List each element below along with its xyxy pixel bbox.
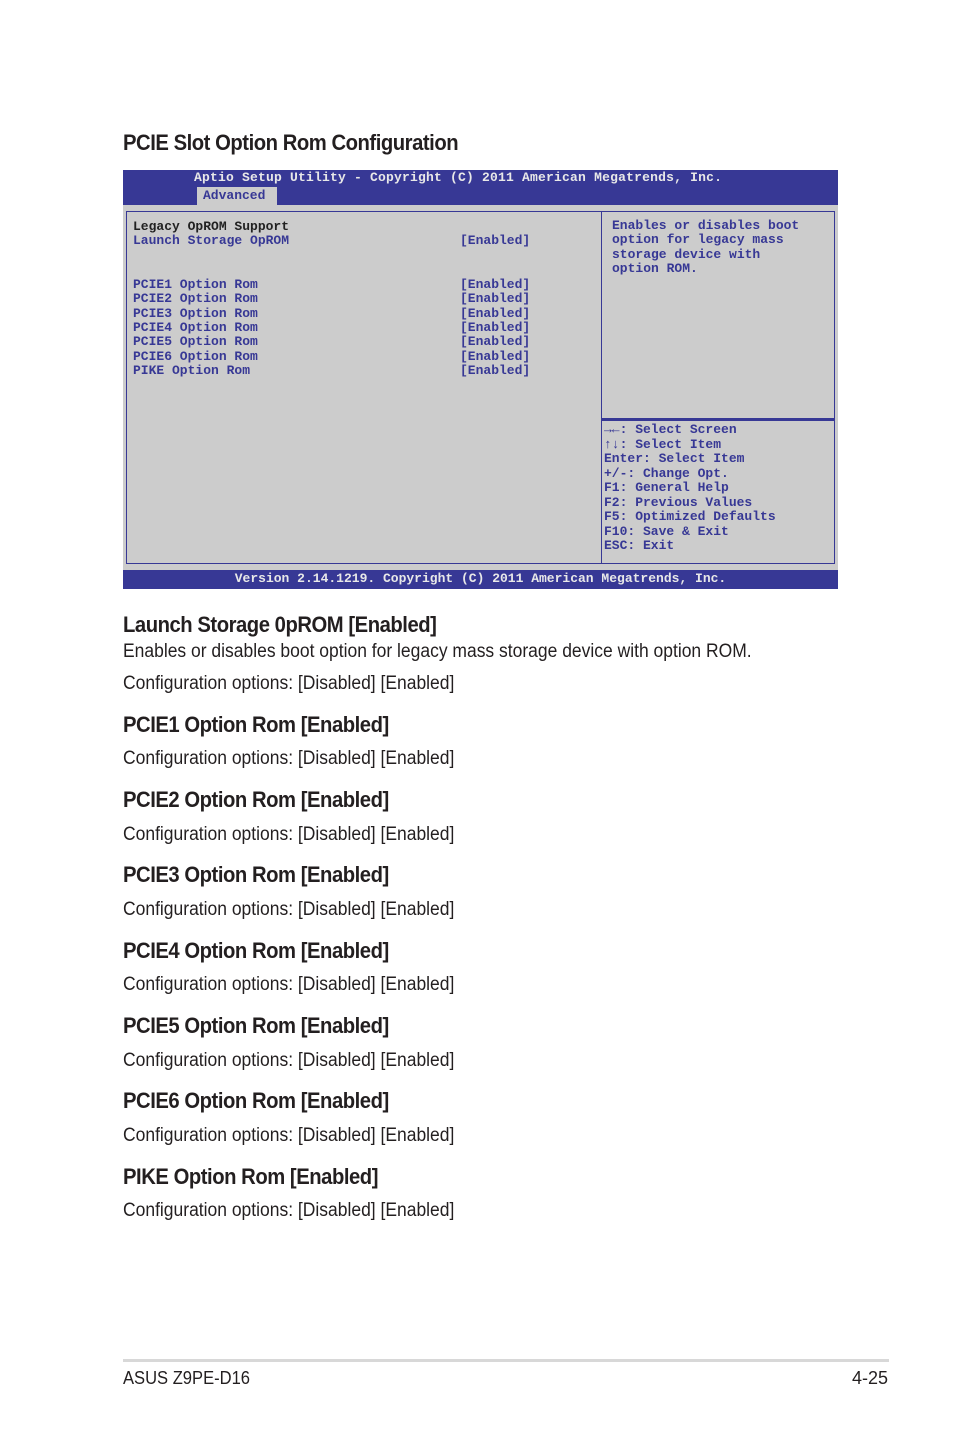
help-text-line: option ROM. <box>612 261 698 276</box>
key-hint: →←: Select Screen <box>604 422 737 437</box>
setting-pcie4-option-rom[interactable]: PCIE4 Option Rom [Enabled] <box>133 320 530 335</box>
bios-header: Aptio Setup Utility - Copyright (C) 2011… <box>123 170 838 205</box>
bios-screenshot: Aptio Setup Utility - Copyright (C) 2011… <box>123 170 838 589</box>
setting-pike-option-rom[interactable]: PIKE Option Rom [Enabled] <box>133 363 530 378</box>
item-title: Launch Storage 0pROM [Enabled] <box>123 612 437 637</box>
item-title: PIKE Option Rom [Enabled] <box>123 1164 378 1189</box>
item-title: PCIE6 Option Rom [Enabled] <box>123 1088 389 1113</box>
setting-label: PCIE3 Option Rom <box>133 306 258 321</box>
item-title: PCIE2 Option Rom [Enabled] <box>123 787 389 812</box>
setting-pcie3-option-rom[interactable]: PCIE3 Option Rom [Enabled] <box>133 306 530 321</box>
key-hint: F1: General Help <box>604 480 729 495</box>
item-options: Configuration options: [Disabled] [Enabl… <box>123 1125 455 1146</box>
setting-value[interactable]: [Enabled] <box>460 292 530 306</box>
setting-value[interactable]: [Enabled] <box>460 335 530 349</box>
item-options: Configuration options: [Disabled] [Enabl… <box>123 1200 455 1221</box>
setting-label: PCIE2 Option Rom <box>133 291 258 306</box>
bios-settings-panel: Legacy OpROM Support Launch Storage OpRO… <box>126 211 602 564</box>
setting-pcie6-option-rom[interactable]: PCIE6 Option Rom [Enabled] <box>133 349 530 364</box>
item-options: Configuration options: [Disabled] [Enabl… <box>123 1050 455 1071</box>
footer-page-number: 4-25 <box>851 1368 888 1388</box>
bios-footer: Version 2.14.1219. Copyright (C) 2011 Am… <box>123 570 838 589</box>
setting-label: PCIE5 Option Rom <box>133 334 258 349</box>
item-options: Configuration options: [Disabled] [Enabl… <box>123 824 455 845</box>
setting-value[interactable]: [Enabled] <box>460 321 530 335</box>
bios-help-panel: Enables or disables boot option for lega… <box>602 211 835 419</box>
legacy-oprom-heading: Legacy OpROM Support <box>133 220 289 234</box>
setting-value[interactable]: [Enabled] <box>460 307 530 321</box>
item-title: PCIE3 Option Rom [Enabled] <box>123 862 389 887</box>
tab-advanced[interactable]: Advanced <box>197 187 277 205</box>
setting-pcie5-option-rom[interactable]: PCIE5 Option Rom [Enabled] <box>133 334 530 349</box>
item-options: Configuration options: [Disabled] [Enabl… <box>123 974 455 995</box>
setting-value[interactable]: [Enabled] <box>460 350 530 364</box>
item-options: Configuration options: [Disabled] [Enabl… <box>123 748 455 769</box>
section-title: PCIE Slot Option Rom Configuration <box>123 130 459 155</box>
setting-label: PCIE1 Option Rom <box>133 277 258 292</box>
key-hint: Enter: Select Item <box>604 451 745 466</box>
item-title: PCIE1 Option Rom [Enabled] <box>123 712 389 737</box>
setting-label: PIKE Option Rom <box>133 363 251 378</box>
setting-label: PCIE6 Option Rom <box>133 349 258 364</box>
setting-value[interactable]: [Enabled] <box>460 278 530 292</box>
bios-key-legend: →←: Select Screen ↑↓: Select Item Enter:… <box>602 419 835 564</box>
footer-divider <box>123 1359 889 1362</box>
setting-pcie2-option-rom[interactable]: PCIE2 Option Rom [Enabled] <box>133 291 530 306</box>
key-hint: F5: Optimized Defaults <box>604 509 776 524</box>
setting-value[interactable]: [Enabled] <box>460 364 530 378</box>
footer-product-name: ASUS Z9PE-D16 <box>123 1368 251 1388</box>
key-hint: ESC: Exit <box>604 538 675 553</box>
heading-label: Legacy OpROM Support <box>133 219 290 234</box>
setting-launch-storage-oprom[interactable]: Launch Storage OpROM [Enabled] <box>133 233 530 248</box>
item-description: Enables or disables boot option for lega… <box>123 641 752 662</box>
setting-label: Launch Storage OpROM <box>133 233 290 248</box>
setting-label: PCIE4 Option Rom <box>133 320 258 335</box>
item-title: PCIE4 Option Rom [Enabled] <box>123 938 389 963</box>
help-text-line: option for legacy mass <box>612 232 784 247</box>
item-options: Configuration options: [Disabled] [Enabl… <box>123 673 455 694</box>
bios-header-title: Aptio Setup Utility - Copyright (C) 2011… <box>194 170 723 185</box>
item-options: Configuration options: [Disabled] [Enabl… <box>123 899 455 920</box>
setting-pcie1-option-rom[interactable]: PCIE1 Option Rom [Enabled] <box>133 277 530 292</box>
setting-value[interactable]: [Enabled] <box>460 234 530 248</box>
item-title: PCIE5 Option Rom [Enabled] <box>123 1013 389 1038</box>
